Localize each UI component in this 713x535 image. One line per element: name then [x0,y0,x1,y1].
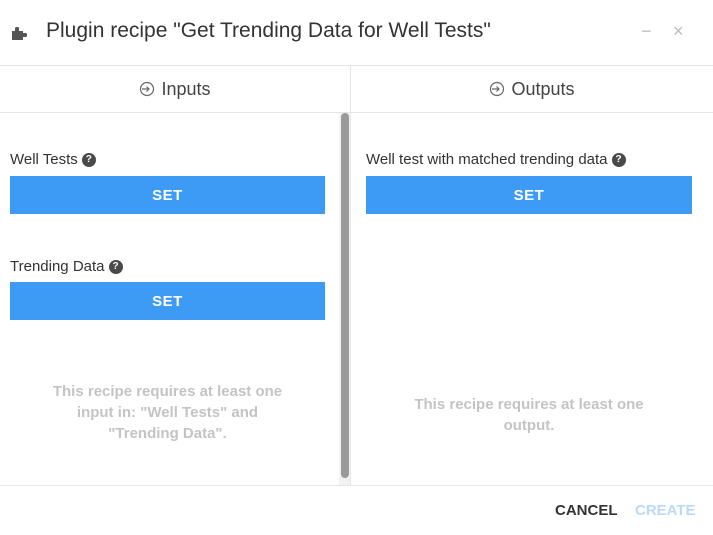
help-icon[interactable]: ? [81,152,96,167]
column-divider [350,66,351,485]
dialog-header: Plugin recipe "Get Trending Data for Wel… [0,0,713,66]
set-well-tests-button[interactable]: SET [10,176,325,214]
sign-in-icon [140,81,155,97]
create-button[interactable]: CREATE [635,502,696,519]
minimize-button[interactable]: − [641,20,652,42]
outputs-column-title: Outputs [511,78,575,99]
inputs-requirement-hint: This recipe requires at least one input … [52,383,283,442]
outputs-column-header: Outputs [351,66,713,113]
set-output-button[interactable]: SET [366,176,692,214]
dialog-footer: CANCEL CREATE [0,485,713,535]
puzzle-piece-icon [12,27,27,40]
inputs-column-header: Inputs [0,66,350,113]
help-icon[interactable]: ? [108,259,123,274]
close-button[interactable]: × [673,20,684,42]
cancel-button[interactable]: CANCEL [555,502,618,519]
sign-in-icon [490,81,505,97]
help-icon[interactable]: ? [611,152,626,167]
set-trending-data-button[interactable]: SET [10,282,325,320]
dialog-title: Plugin recipe "Get Trending Data for Wel… [46,19,491,42]
outputs-requirement-hint: This recipe requires at least one output… [414,396,644,434]
output-well-test-label: Well test with matched trending data ? [366,151,626,168]
inputs-column-title: Inputs [161,78,211,99]
input-well-tests-label: Well Tests ? [10,151,96,168]
input-trending-data-label: Trending Data ? [10,258,123,275]
inputs-scrollbar-thumb[interactable] [341,113,349,478]
